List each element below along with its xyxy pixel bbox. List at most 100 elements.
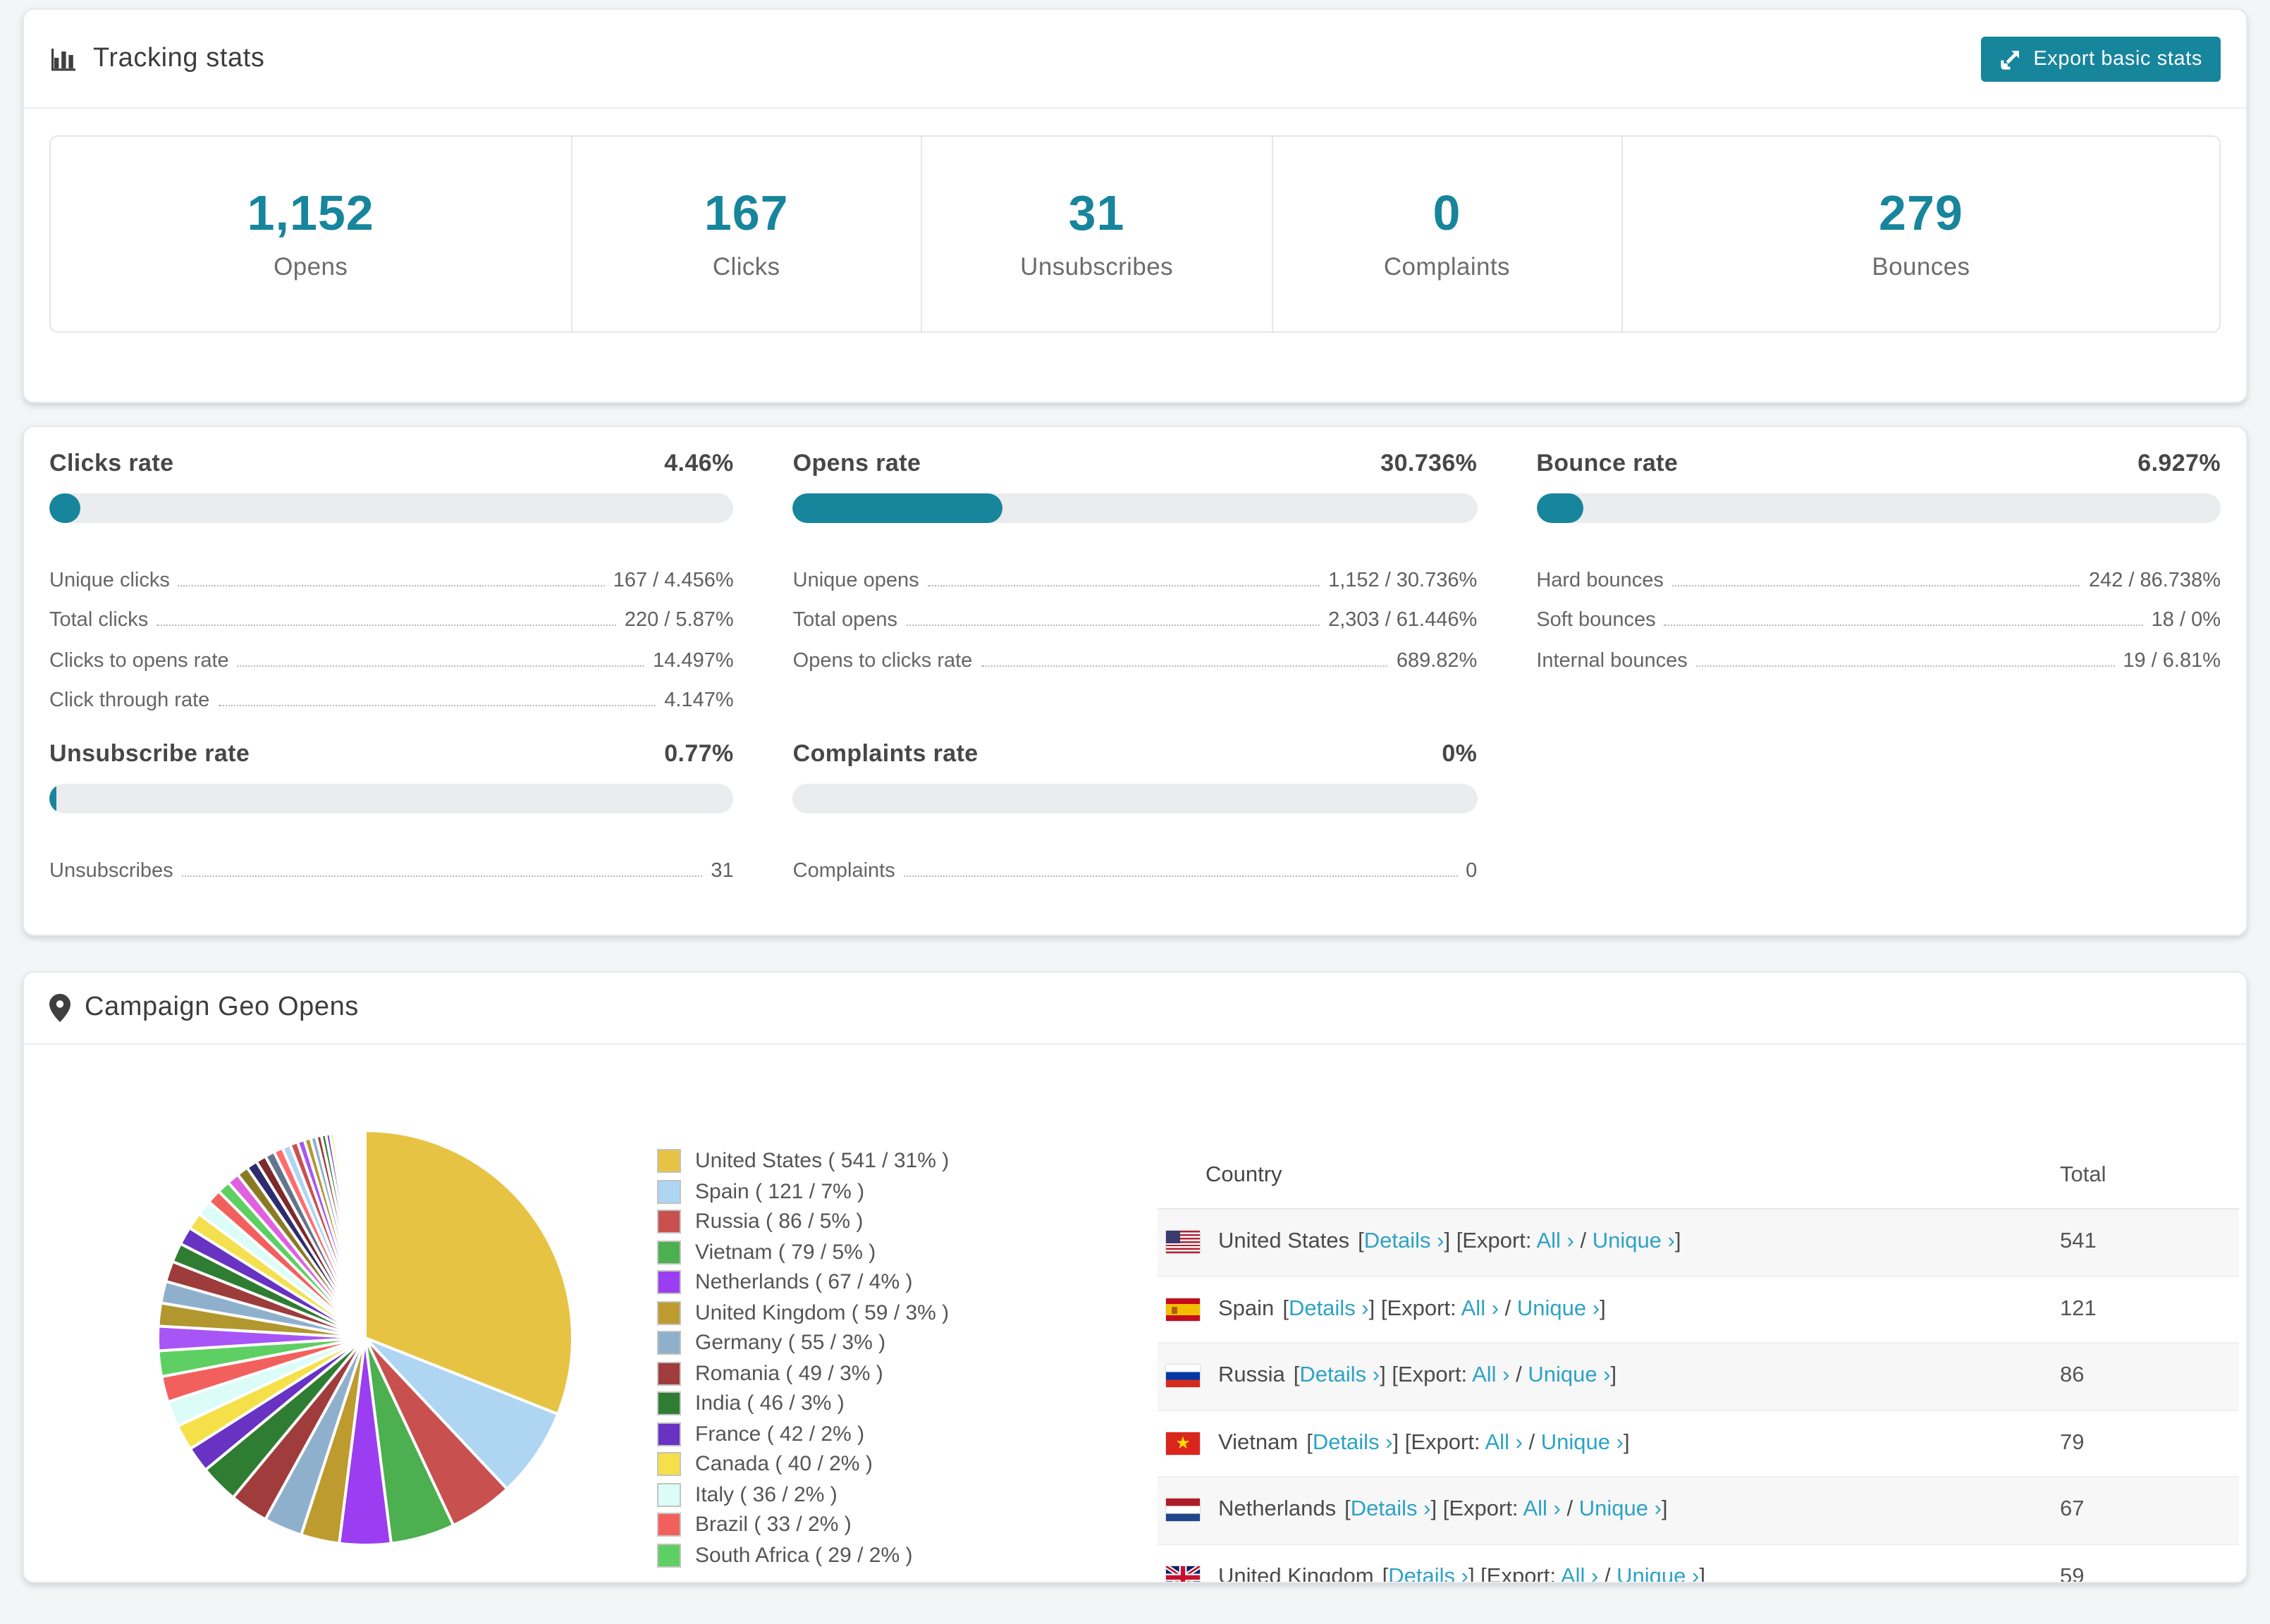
legend-swatch [657,1149,681,1174]
geo-opens-pie-chart[interactable] [154,1126,577,1549]
details-link[interactable]: Details › [1388,1565,1468,1582]
geo-table-total-cell: 541 [2060,1229,2097,1254]
tracking-stats-header: Tracking stats Export basic stats [24,10,2246,109]
export-basic-stats-button[interactable]: Export basic stats [1981,36,2221,81]
details-link[interactable]: Details › [1313,1431,1393,1455]
rate-row-label: Total opens [792,609,897,632]
rate-row: Soft bounces 18 / 0% [1536,591,2221,632]
rate-value: 0% [1442,740,1478,767]
legend-item: Brazil ( 33 / 2% ) [657,1510,949,1540]
export-all-link[interactable]: All › [1523,1498,1560,1522]
export-unique-link[interactable]: Unique › [1517,1297,1600,1321]
rate-value: 0.77% [664,740,734,767]
country-name: United Kingdom [1218,1564,1374,1583]
rate-progress-fill [49,493,80,523]
tracking-stats-card: Tracking stats Export basic stats 1,152 O… [23,8,2247,403]
details-link[interactable]: Details › [1351,1498,1431,1522]
rate-row: Complaints 0 [793,842,1478,882]
stat-bounces: 279 Bounces [1623,137,2219,331]
rate-title: Opens rate [792,450,921,476]
details-link[interactable]: Details › [1289,1297,1369,1321]
legend-swatch [657,1543,681,1568]
legend-label: Vietnam ( 79 / 5% ) [695,1240,876,1265]
rate-row-value: 220 / 5.87% [624,609,734,632]
export-unique-link[interactable]: Unique › [1579,1498,1662,1522]
legend-label: Brazil ( 33 / 2% ) [695,1513,852,1537]
export-all-link[interactable]: All › [1461,1297,1499,1321]
legend-label: Germany ( 55 / 3% ) [695,1331,886,1355]
export-all-link[interactable]: All › [1561,1565,1598,1582]
page: Tracking stats Export basic stats 1,152 O… [0,8,2270,1624]
legend-swatch [657,1179,681,1204]
rate-row: Unsubscribes 31 [49,842,734,882]
geo-table-total-cell: 121 [2060,1296,2097,1321]
rate-row-label: Click through rate [49,689,210,712]
stats-summary-box: 1,152 Opens 167 Clicks 31 Unsubscribes 0 Compla… [49,135,2221,333]
legend-label: Spain ( 121 / 7% ) [695,1179,865,1204]
legend-item: United States ( 541 / 31% ) [657,1146,949,1176]
geo-table-header-total: Total [2060,1163,2106,1187]
legend-item: Romania ( 49 / 3% ) [657,1358,949,1389]
export-unique-link[interactable]: Unique › [1616,1565,1699,1582]
rate-row-label: Opens to clicks rate [792,649,973,672]
dotted-leader [181,875,703,876]
rate-row-label: Unique opens [792,569,919,591]
country-links: [Details ›] [Export: All › / Unique ›] [1306,1430,1630,1455]
legend-item: Germany ( 55 / 3% ) [657,1328,949,1358]
details-link[interactable]: Details › [1364,1230,1444,1254]
rate-progress-bar [49,493,734,523]
country-name: Spain [1218,1296,1275,1321]
legend-label: United Kingdom ( 59 / 3% ) [695,1300,950,1325]
geo-table-row-vn: Vietnam [Details ›] [Export: All › / Uniq… [1158,1410,2239,1477]
rate-row: Unique opens 1,152 / 30.736% [793,551,1478,591]
stat-value: 1,152 [247,186,374,241]
export-unique-link[interactable]: Unique › [1593,1230,1675,1254]
export-unique-link[interactable]: Unique › [1528,1364,1610,1388]
rate-row: Total clicks 220 / 5.87% [49,591,734,632]
rate-head: Complaints rate 0% [793,740,1478,768]
rate-value: 4.46% [664,450,734,476]
country-name: Russia [1218,1363,1285,1388]
geo-table-row-es: Spain [Details ›] [Export: All › / Unique… [1158,1277,2239,1343]
geo-table-country-cell: Russia [Details ›] [Export: All › / Uniqu… [1158,1364,2060,1389]
geo-table-row-us: United States [Details ›] [Export: All › … [1158,1210,2239,1277]
rate-title: Complaints rate [792,740,978,767]
rate-row-value: 14.497% [653,649,734,672]
dotted-leader [927,584,1320,586]
rate-row-label: Clicks to opens rate [49,649,229,672]
geo-opens-legend: United States ( 541 / 31% ) Spain ( 121 /… [657,1146,949,1570]
geo-table-total-cell: 79 [2060,1430,2085,1455]
geo-table-header-country: Country [1205,1163,1282,1187]
legend-label: Russia ( 86 / 5% ) [695,1210,864,1234]
dotted-leader [906,625,1320,626]
stat-label: Unsubscribes [1020,252,1173,281]
legend-label: Canada ( 40 / 2% ) [695,1452,873,1477]
legend-label: France ( 42 / 2% ) [695,1422,865,1446]
details-link[interactable]: Details › [1299,1364,1380,1388]
rate-row: Hard bounces 242 / 86.738% [1536,551,2221,591]
export-unique-link[interactable]: Unique › [1541,1431,1624,1455]
legend-item: France ( 42 / 2% ) [657,1419,949,1449]
legend-label: India ( 46 / 3% ) [695,1391,845,1416]
rate-title: Bounce rate [1536,450,1679,476]
legend-item: Canada ( 40 / 2% ) [657,1449,949,1480]
rate-title: Clicks rate [49,450,174,476]
geo-table-row-nl: Netherlands [Details ›] [Export: All › / … [1158,1477,2239,1544]
rate-value: 6.927% [2137,450,2221,476]
campaign-geo-opens-body: United States ( 541 / 31% ) Spain ( 121 /… [24,1045,2246,1583]
legend-item: South Africa ( 29 / 2% ) [657,1540,949,1570]
geo-table-country-cell: Netherlands [Details ›] [Export: All › / … [1158,1498,2060,1523]
campaign-geo-opens-title: Campaign Geo Opens [49,992,359,1023]
export-all-link[interactable]: All › [1472,1364,1509,1388]
geo-table-total-cell: 67 [2060,1497,2085,1522]
export-all-link[interactable]: All › [1536,1230,1573,1254]
country-name: Netherlands [1218,1497,1337,1522]
legend-item: India ( 46 / 3% ) [657,1389,949,1419]
legend-swatch [657,1300,681,1325]
export-all-link[interactable]: All › [1485,1431,1523,1455]
country-links: [Details ›] [Export: All › / Unique ›] [1293,1363,1617,1388]
flag-vn [1166,1432,1200,1455]
rate-row-label: Unsubscribes [49,859,173,882]
legend-label: South Africa ( 29 / 2% ) [695,1543,913,1568]
legend-item: Spain ( 121 / 7% ) [657,1176,949,1207]
